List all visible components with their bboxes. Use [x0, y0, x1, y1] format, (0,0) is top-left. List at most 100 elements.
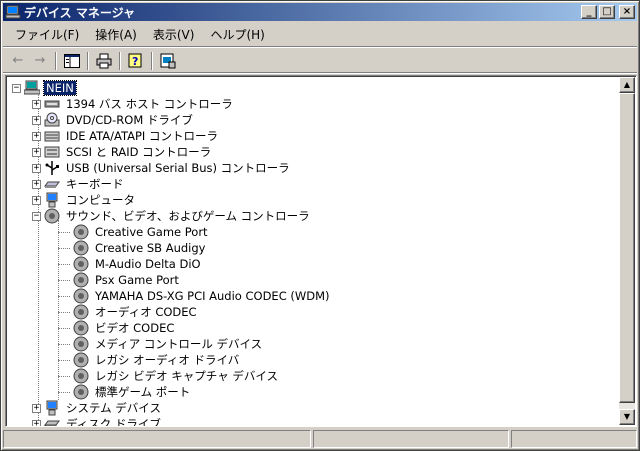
help-icon: ?: [128, 53, 142, 68]
status-panel: [313, 430, 509, 448]
tree-device-label[interactable]: Creative SB Audigy: [93, 241, 207, 255]
tree-device-label[interactable]: レガシ オーディオ ドライバ: [93, 352, 241, 368]
maximize-button[interactable]: □: [599, 5, 615, 19]
scroll-down-button[interactable]: ▼: [619, 409, 635, 425]
triangle-up-icon: ▲: [623, 80, 631, 89]
tree-device[interactable]: M-Audio Delta DiO: [8, 256, 618, 272]
minimize-button[interactable]: _: [581, 5, 597, 19]
menu-help[interactable]: ヘルプ(H): [202, 24, 272, 45]
tree-category[interactable]: + コンピュータ: [8, 192, 618, 208]
scsi-controller-icon: [44, 146, 60, 158]
menu-view[interactable]: 表示(V): [145, 24, 203, 45]
device-manager-window: デバイス マネージャ _ □ × ファイル(F) 操作(A) 表示(V) ヘルプ…: [0, 0, 640, 451]
expand-toggle[interactable]: +: [32, 99, 41, 109]
tree-device[interactable]: レガシ オーディオ ドライバ: [8, 352, 618, 368]
back-button[interactable]: ←: [7, 50, 29, 72]
close-button[interactable]: ×: [619, 5, 635, 19]
tree-category[interactable]: + システム デバイス: [8, 400, 618, 416]
toolbar: ← → ?: [3, 49, 637, 73]
tree-device[interactable]: YAMAHA DS-XG PCI Audio CODEC (WDM): [8, 288, 618, 304]
speaker-icon: [73, 352, 89, 368]
keyboard-icon: [44, 181, 60, 188]
speaker-icon: [73, 288, 89, 304]
expand-toggle[interactable]: +: [32, 195, 41, 205]
tree-branch-line: [58, 295, 70, 297]
tree-device[interactable]: Creative SB Audigy: [8, 240, 618, 256]
show-hide-console-tree-button[interactable]: [61, 50, 83, 72]
tree-device[interactable]: 標準ゲーム ポート: [8, 384, 618, 400]
tree-category-label[interactable]: ディスク ドライブ: [64, 416, 163, 426]
print-button[interactable]: [93, 50, 115, 72]
scroll-thumb[interactable]: [619, 93, 635, 403]
printer-icon: [96, 53, 112, 68]
tree-category-label[interactable]: 1394 バス ホスト コントローラ: [64, 96, 235, 112]
tree-device-label[interactable]: メディア コントロール デバイス: [93, 336, 264, 352]
tree-device[interactable]: レガシ ビデオ キャプチャ デバイス: [8, 368, 618, 384]
tree-branch-line: [58, 359, 70, 361]
tree-device-label[interactable]: Psx Game Port: [93, 273, 181, 287]
toolbar-separator: [55, 51, 57, 70]
help-button[interactable]: ?: [125, 50, 147, 72]
menu-file[interactable]: ファイル(F): [7, 24, 87, 45]
tree-device-label[interactable]: レガシ ビデオ キャプチャ デバイス: [93, 368, 280, 384]
tree-device[interactable]: Psx Game Port: [8, 272, 618, 288]
tree-category-label[interactable]: USB (Universal Serial Bus) コントローラ: [64, 160, 292, 176]
title-bar[interactable]: デバイス マネージャ _ □ ×: [3, 3, 637, 21]
properties-button[interactable]: [157, 50, 179, 72]
tree-device-label[interactable]: M-Audio Delta DiO: [93, 257, 203, 271]
tree-branch-line: [58, 343, 70, 345]
expand-toggle[interactable]: +: [32, 403, 41, 413]
toolbar-separator: [119, 51, 121, 70]
menu-bar: ファイル(F) 操作(A) 表示(V) ヘルプ(H): [3, 23, 637, 47]
device-tree[interactable]: − NEIN + 1394 バス ホスト コントローラ + DVD/CD-ROM…: [5, 75, 637, 427]
tree-category[interactable]: + SCSI と RAID コントローラ: [8, 144, 618, 160]
tree-category[interactable]: + 1394 バス ホスト コントローラ: [8, 96, 618, 112]
tree-device-label[interactable]: Creative Game Port: [93, 225, 210, 239]
collapse-toggle[interactable]: −: [32, 211, 41, 221]
tree-root[interactable]: − NEIN: [8, 80, 618, 96]
vertical-scrollbar[interactable]: ▲ ▼: [619, 77, 635, 425]
tree-device-label[interactable]: オーディオ CODEC: [93, 304, 199, 320]
tree-category[interactable]: + DVD/CD-ROM ドライブ: [8, 112, 618, 128]
tree-category[interactable]: + USB (Universal Serial Bus) コントローラ: [8, 160, 618, 176]
forward-button[interactable]: →: [29, 50, 51, 72]
tree-category-label[interactable]: システム デバイス: [64, 400, 163, 416]
tree-device[interactable]: オーディオ CODEC: [8, 304, 618, 320]
tree-category-expanded[interactable]: − サウンド、ビデオ、およびゲーム コントローラ: [8, 208, 618, 224]
tree-device-label[interactable]: YAMAHA DS-XG PCI Audio CODEC (WDM): [93, 289, 332, 303]
expand-toggle[interactable]: +: [32, 115, 41, 125]
expand-toggle[interactable]: +: [32, 147, 41, 157]
expand-toggle[interactable]: +: [32, 163, 41, 173]
tree-category-label[interactable]: IDE ATA/ATAPI コントローラ: [64, 128, 220, 144]
tree-device[interactable]: Creative Game Port: [8, 224, 618, 240]
scroll-up-button[interactable]: ▲: [619, 77, 635, 93]
speaker-icon: [73, 272, 89, 288]
tree-category-label[interactable]: サウンド、ビデオ、およびゲーム コントローラ: [64, 208, 312, 224]
status-bar: [3, 430, 637, 448]
tree-device-label[interactable]: ビデオ CODEC: [93, 320, 176, 336]
expand-toggle[interactable]: +: [32, 179, 41, 189]
speaker-icon: [73, 256, 89, 272]
tree-root-label[interactable]: NEIN: [43, 80, 77, 96]
speaker-icon: [73, 368, 89, 384]
tree-device[interactable]: メディア コントロール デバイス: [8, 336, 618, 352]
tree-category-label[interactable]: コンピュータ: [64, 192, 137, 208]
system-device-icon: [46, 400, 58, 416]
expand-toggle[interactable]: +: [32, 131, 41, 141]
tree-category-label[interactable]: SCSI と RAID コントローラ: [64, 144, 213, 160]
computer-icon: [46, 192, 58, 208]
bus-controller-icon: [44, 100, 60, 108]
window-title: デバイス マネージャ: [24, 5, 135, 20]
svg-text:?: ?: [132, 55, 138, 68]
speaker-icon: [73, 336, 89, 352]
expand-toggle[interactable]: +: [32, 419, 41, 426]
collapse-toggle[interactable]: −: [12, 83, 21, 93]
tree-device-label[interactable]: 標準ゲーム ポート: [93, 384, 192, 400]
tree-category[interactable]: + IDE ATA/ATAPI コントローラ: [8, 128, 618, 144]
tree-category-label[interactable]: キーボード: [64, 176, 126, 192]
menu-action[interactable]: 操作(A): [87, 24, 145, 45]
tree-category[interactable]: + ディスク ドライブ: [8, 416, 618, 426]
tree-device[interactable]: ビデオ CODEC: [8, 320, 618, 336]
tree-category[interactable]: + キーボード: [8, 176, 618, 192]
tree-category-label[interactable]: DVD/CD-ROM ドライブ: [64, 112, 195, 128]
